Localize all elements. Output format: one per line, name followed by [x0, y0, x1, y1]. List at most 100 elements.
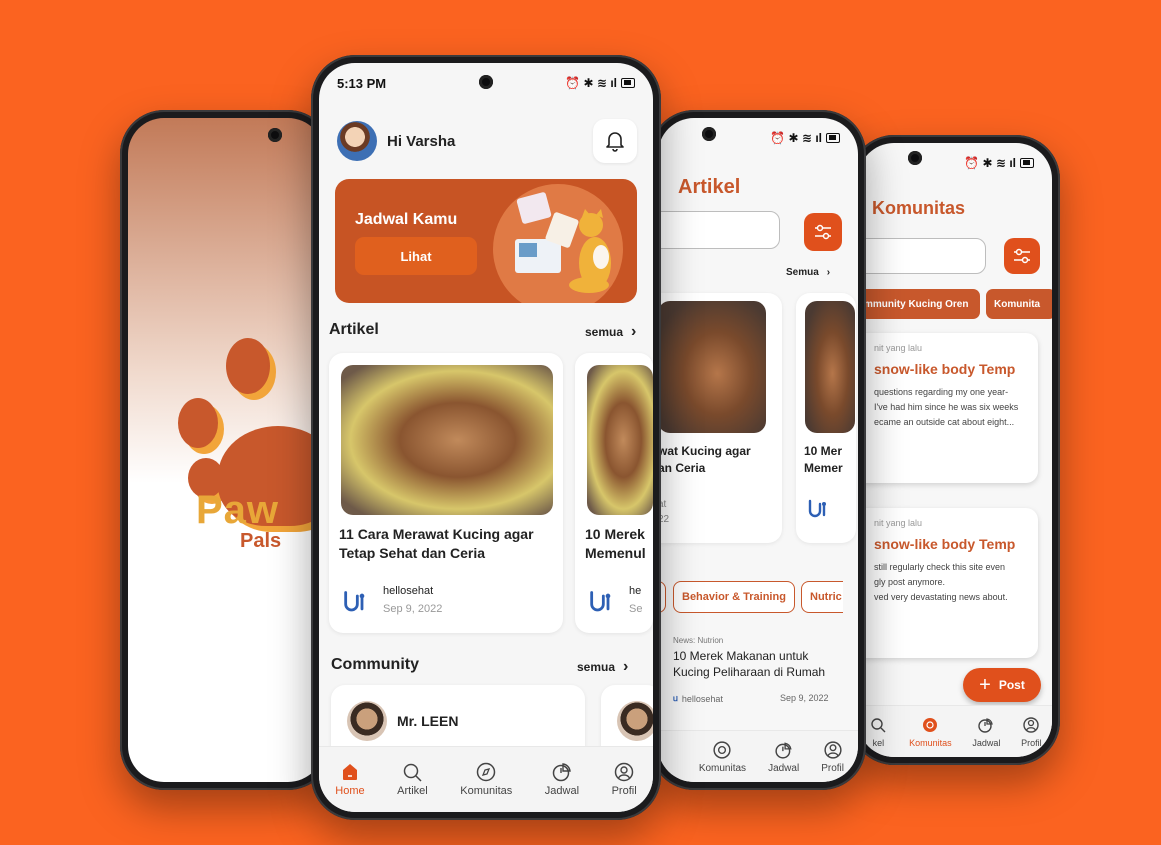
cat-photo — [805, 301, 855, 433]
nav-profil[interactable]: Profil — [612, 762, 637, 797]
hellosehat-logo-icon — [587, 589, 615, 622]
artikel-heading: Artikel — [329, 321, 379, 338]
home-icon — [340, 762, 360, 782]
profile-icon — [614, 762, 634, 782]
komunitas-screen: ⏰ ✱ ≋ ıl Komunitas mmunity Kucing Oren K… — [858, 143, 1052, 757]
banner-title: Jadwal Kamu — [355, 211, 458, 228]
nav-jadwal[interactable]: Jadwal — [972, 715, 1000, 748]
notification-button[interactable] — [593, 119, 637, 163]
post-time: nit yang lalu — [874, 518, 923, 528]
nav-artikel[interactable]: kel — [868, 715, 888, 748]
nav-jadwal[interactable]: Jadwal — [545, 762, 579, 797]
article-card[interactable]: 11 Cara Merawat Kucing agar Tetap Sehat … — [329, 353, 563, 633]
article-title: 10 Merek Memenul — [585, 526, 646, 561]
community-heading: Community — [331, 656, 419, 673]
tag-nutrition[interactable]: Nutric — [801, 581, 843, 613]
search-icon — [402, 762, 422, 782]
chevron-right-icon: › — [631, 323, 637, 340]
pawpals-logo: Paw Pals — [178, 338, 324, 558]
news-category: News: Nutrion — [673, 636, 724, 645]
clock-icon — [552, 762, 572, 782]
post-card[interactable]: nit yang lalu snow-like body Temp still … — [858, 508, 1038, 658]
nav-profil[interactable]: Profil — [821, 740, 844, 774]
nav-jadwal[interactable]: Jadwal — [768, 740, 799, 774]
clock-icon — [976, 715, 996, 735]
chip-komunitas[interactable]: Komunita — [986, 289, 1052, 319]
chevron-right-icon: › — [826, 267, 831, 278]
bell-icon — [606, 132, 624, 152]
komunitas-search-input[interactable] — [858, 238, 986, 274]
bottom-nav: Home Artikel Komunitas Jadwal Profil — [319, 746, 653, 812]
schedule-banner[interactable]: Jadwal Kamu Lihat — [335, 179, 637, 303]
status-icons: ⏰ ✱ ≋ ıl — [770, 131, 840, 145]
semua-link[interactable]: Semua › — [786, 267, 830, 278]
hellosehat-logo-icon — [806, 498, 830, 527]
post-card[interactable]: nit yang lalu snow-like body Temp questi… — [858, 333, 1038, 483]
post-time: nit yang lalu — [874, 343, 923, 353]
news-date: Sep 9, 2022 — [780, 693, 829, 703]
sliders-icon — [815, 224, 831, 240]
chevron-right-icon: › — [623, 658, 629, 675]
sliders-icon — [1014, 248, 1030, 264]
cat-photo — [587, 365, 653, 515]
article-title: 11 Cara Merawat Kucing agar Tetap Sehat … — [339, 526, 534, 561]
nav-komunitas[interactable]: Komunitas — [909, 715, 952, 748]
cat-photo — [658, 301, 766, 433]
article-source: he — [629, 585, 642, 597]
artikel-screen: ⏰ ✱ ≋ ıl Artikel s Semua › wat Kucing ag… — [658, 118, 858, 782]
news-source: ᥙ hellosehat — [673, 693, 723, 704]
community-semua-link[interactable]: semua › — [577, 658, 628, 676]
nav-artikel[interactable]: Artikel — [397, 762, 428, 797]
bottom-nav: Komunitas Jadwal Profil — [658, 730, 858, 782]
cat-illustration-icon — [515, 192, 611, 293]
plus-icon: + — [979, 673, 991, 696]
artikel-semua-link[interactable]: semua › — [585, 323, 636, 341]
home-screen: 5:13 PM ⏰ ✱ ≋ ıl Hi Varsha Jadwal Kamu L… — [319, 63, 653, 812]
phone-splash: Paw Pals — [120, 110, 332, 790]
new-post-button[interactable]: + Post — [963, 668, 1041, 702]
community-user-name: Mr. LEEN — [397, 713, 459, 729]
profile-icon — [823, 740, 843, 760]
logo-word: Paw — [196, 488, 280, 532]
filter-button[interactable] — [1004, 238, 1040, 274]
phone-komunitas: ⏰ ✱ ≋ ıl Komunitas mmunity Kucing Oren K… — [850, 135, 1060, 765]
status-time: 5:13 PM — [337, 75, 387, 91]
avatar — [617, 701, 653, 741]
camera-dot — [908, 151, 922, 165]
compass-icon — [476, 762, 496, 782]
nav-profil[interactable]: Profil — [1021, 715, 1042, 748]
hellosehat-logo-icon — [341, 589, 369, 622]
article-date: Se — [629, 603, 643, 615]
nav-home[interactable]: Home — [335, 762, 365, 797]
phone-artikel: ⏰ ✱ ≋ ıl Artikel s Semua › wat Kucing ag… — [650, 110, 866, 790]
clock-icon — [774, 740, 794, 760]
chip-community-oren[interactable]: mmunity Kucing Oren — [858, 289, 980, 319]
artikel-search-input[interactable] — [658, 211, 780, 249]
status-bar: ⏰ ✱ ≋ ıl — [858, 143, 1052, 183]
post-body: questions regarding my one year- I've ha… — [874, 387, 1019, 427]
camera-dot — [702, 127, 716, 141]
post-title: snow-like body Temp — [874, 536, 1016, 552]
article-card[interactable]: 10 Merek Memenul he Se — [575, 353, 653, 633]
status-icons: ⏰ ✱ ≋ ıl — [964, 156, 1034, 170]
article-date: Sep 9, 2022 — [383, 603, 443, 615]
tag-behavior-training[interactable]: Behavior & Training — [673, 581, 795, 613]
article-card[interactable]: 10 Mer Memer — [796, 293, 856, 543]
compass-icon — [712, 740, 732, 760]
nav-komunitas[interactable]: Komunitas — [699, 740, 746, 774]
news-title[interactable]: 10 Merek Makanan untuk Kucing Peliharaan… — [673, 648, 843, 680]
post-title: snow-like body Temp — [874, 361, 1016, 377]
compass-icon — [920, 715, 940, 735]
article-source: hellosehat — [383, 585, 434, 597]
status-bar: ⏰ ✱ ≋ ıl — [658, 118, 858, 158]
camera-dot — [268, 128, 282, 142]
filter-button[interactable] — [804, 213, 842, 251]
avatar[interactable] — [337, 121, 377, 161]
article-card[interactable]: wat Kucing agar an Ceria at 22 — [658, 293, 782, 543]
search-icon — [868, 715, 888, 735]
lihat-button[interactable]: Lihat — [355, 237, 477, 275]
status-icons: ⏰ ✱ ≋ ıl — [565, 76, 635, 90]
avatar — [347, 701, 387, 741]
nav-komunitas[interactable]: Komunitas — [460, 762, 512, 797]
artikel-title: Artikel — [678, 176, 741, 198]
